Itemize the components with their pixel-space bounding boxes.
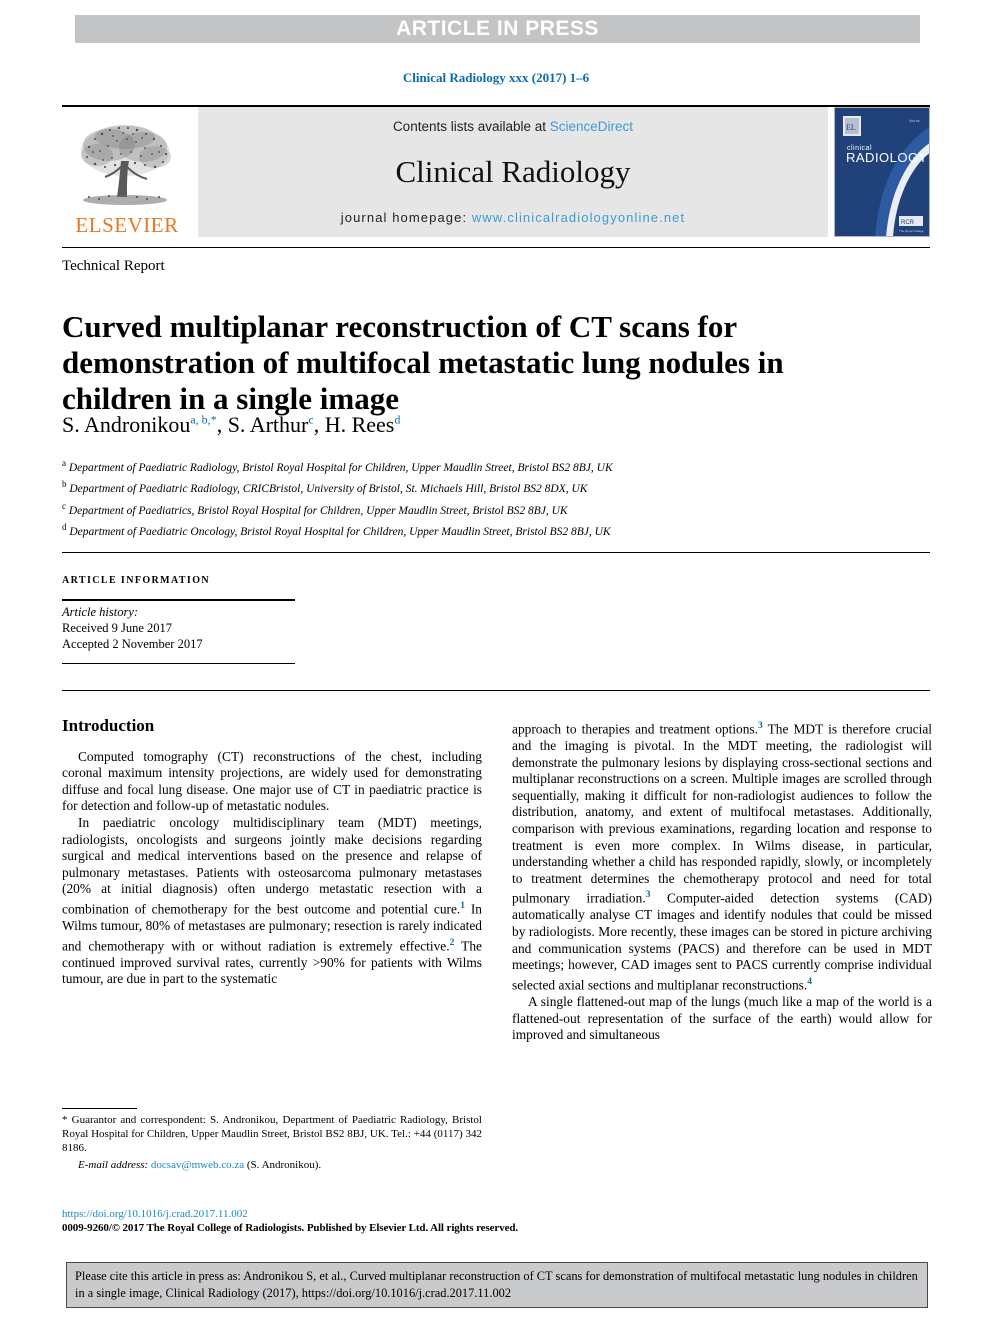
affiliation-mark: c	[62, 500, 66, 511]
paragraph-part: In paediatric oncology multidisciplinary…	[62, 814, 482, 917]
affiliation-mark: d	[62, 521, 67, 532]
elsevier-logo: ELSEVIER	[62, 107, 192, 237]
body-column-right: approach to therapies and treatment opti…	[512, 718, 932, 1044]
affiliation-item: b Department of Paediatric Radiology, CR…	[62, 476, 930, 497]
author-sep-2: ,	[313, 412, 325, 437]
elsevier-wordmark: ELSEVIER	[75, 213, 179, 237]
copyright-line: 0009-9260/© 2017 The Royal College of Ra…	[62, 1222, 519, 1234]
doi-link[interactable]: https://doi.org/10.1016/j.crad.2017.11.0…	[62, 1207, 622, 1221]
article-accepted-date: Accepted 2 November 2017	[62, 637, 203, 651]
footnote-rule	[62, 1108, 137, 1109]
body-column-left: Introduction Computed tomography (CT) re…	[62, 716, 482, 988]
journal-cover-thumbnail: EL Vol xx clinical RADIOLOGY RCR The Roy…	[834, 107, 930, 237]
article-info-rule-lower	[62, 663, 295, 664]
article-info-rule-upper	[62, 599, 295, 601]
please-cite-box: Please cite this article in press as: An…	[66, 1262, 928, 1308]
article-type-label: Technical Report	[62, 258, 165, 274]
affiliation-item: c Department of Paediatrics, Bristol Roy…	[62, 498, 930, 519]
author-name-3: H. Rees	[324, 412, 395, 437]
article-info-top-rule	[62, 552, 930, 553]
sciencedirect-panel: Contents lists available at ScienceDirec…	[198, 107, 828, 237]
homepage-prefix: journal homepage:	[340, 210, 472, 225]
svg-text:The Royal College: The Royal College	[899, 229, 924, 233]
author-name-2: S. Arthur	[227, 412, 309, 437]
svg-text:RADIOLOGY: RADIOLOGY	[846, 150, 928, 165]
svg-text:RCR: RCR	[901, 220, 915, 226]
elsevier-tree-icon	[81, 125, 171, 205]
svg-text:EL: EL	[846, 123, 856, 132]
journal-citation-line: Clinical Radiology xxx (2017) 1–6	[402, 70, 590, 85]
affiliation-text: Department of Paediatrics, Bristol Royal…	[68, 504, 568, 517]
journal-title: Clinical Radiology	[395, 154, 631, 189]
journal-masthead: ELSEVIER Contents lists available at Sci…	[62, 105, 930, 237]
article-info-bottom-rule	[62, 690, 930, 691]
affiliation-mark: a	[62, 458, 66, 468]
affiliation-text: Department of Paediatric Radiology, Bris…	[68, 461, 613, 474]
paragraph-part: The MDT is therefore crucial and the ima…	[512, 721, 932, 906]
section-heading-introduction: Introduction	[62, 716, 155, 735]
affiliation-text: Department of Paediatric Radiology, CRIC…	[69, 483, 588, 496]
doi-copyright-block: https://doi.org/10.1016/j.crad.2017.11.0…	[62, 1207, 622, 1235]
paragraph: Computed tomography (CT) reconstructions…	[62, 748, 482, 814]
contents-prefix: Contents lists available at	[392, 119, 550, 134]
journal-homepage-line: journal homepage: www.clinicalradiologyo…	[341, 210, 685, 225]
paragraph-part: approach to therapies and treatment opti…	[512, 721, 758, 737]
email-owner: (S. Andronikou).	[244, 1158, 322, 1171]
paragraph: In paediatric oncology multidisciplinary…	[62, 815, 482, 988]
email-link[interactable]: docsav@mweb.co.za	[151, 1159, 244, 1171]
sciencedirect-link[interactable]: ScienceDirect	[550, 119, 633, 134]
article-in-press-banner: ARTICLE IN PRESS	[75, 15, 920, 43]
paragraph: approach to therapies and treatment opti…	[512, 718, 932, 994]
author-name-1: S. Andronikou	[62, 412, 191, 437]
journal-homepage-link[interactable]: www.clinicalradiologyonline.net	[472, 210, 685, 225]
svg-text:Vol xx: Vol xx	[909, 118, 920, 123]
paragraph: A single flattened-out map of the lungs …	[512, 993, 932, 1043]
corresponding-author-footnote: * Guarantor and correspondent: S. Andron…	[62, 1113, 482, 1172]
article-information-heading: ARTICLE INFORMATION	[62, 575, 211, 586]
author-list: S. Andronikoua, b,*, S. Arthurc, H. Rees…	[62, 412, 400, 438]
article-history-label: Article history:	[62, 605, 139, 619]
page-title: Curved multiplanar reconstruction of CT …	[62, 308, 784, 416]
author-sep-1: ,	[216, 412, 228, 437]
affiliation-item: d Department of Paediatric Oncology, Bri…	[62, 519, 930, 540]
contents-available-line: Contents lists available at ScienceDirec…	[393, 119, 633, 134]
affiliation-mark: b	[62, 479, 67, 490]
title-top-rule	[62, 247, 930, 248]
author-marks-3: d	[394, 412, 401, 427]
affiliation-text: Department of Paediatric Oncology, Brist…	[69, 525, 611, 538]
article-received-date: Received 9 June 2017	[62, 621, 173, 635]
article-in-press-label: ARTICLE IN PRESS	[396, 17, 599, 40]
citation-ref[interactable]: 4	[807, 977, 812, 987]
email-address-label: E-mail address:	[78, 1158, 149, 1171]
affiliation-item: a Department of Paediatric Radiology, Br…	[62, 455, 930, 476]
footnote-text: Guarantor and correspondent: S. Andronik…	[62, 1114, 482, 1155]
affiliation-list: a Department of Paediatric Radiology, Br…	[62, 455, 930, 540]
article-history-block: Article history: Received 9 June 2017 Ac…	[62, 604, 295, 652]
journal-cover-art: EL Vol xx clinical RADIOLOGY RCR The Roy…	[835, 108, 929, 236]
author-affil-marks-1: a, b,	[190, 412, 211, 427]
author-marks-1: a, b,*	[190, 413, 216, 427]
paragraph-part: Computer-aided detection systems (CAD) a…	[512, 890, 933, 993]
footnote-email-line: E-mail address: docsav@mweb.co.za (S. An…	[62, 1158, 482, 1172]
